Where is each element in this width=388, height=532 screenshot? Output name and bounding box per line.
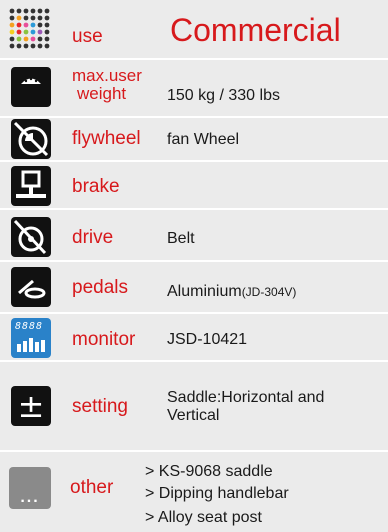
list-item: > KS-9068 saddle xyxy=(145,463,273,481)
flywheel-value: fan Wheel xyxy=(167,131,240,148)
brake-label: brake xyxy=(72,176,120,197)
bullet-marker: > xyxy=(145,509,155,526)
plus-minus-symbol: ± xyxy=(17,387,45,425)
use-value: Commercial xyxy=(170,12,341,48)
max-user-label-line: max.user xyxy=(72,66,142,85)
setting-value-line: Vertical xyxy=(167,407,220,424)
drive-value: Belt xyxy=(167,230,195,247)
drive-label: drive xyxy=(72,227,114,248)
brake-icon xyxy=(11,166,51,206)
weight-label-line: weight xyxy=(77,84,127,103)
pedal-icon xyxy=(11,267,51,307)
spec-row-max-user-weight: max.user weight 150 kg / 330 lbs xyxy=(0,60,388,116)
plus-minus-icon: ± xyxy=(11,386,51,426)
bullet-marker: > xyxy=(145,485,155,502)
spec-row-pedals: pedals Aluminium(JD-304V) xyxy=(0,262,388,312)
spec-row-drive: drive Belt xyxy=(0,210,388,260)
other-item-text: Alloy seat post xyxy=(157,509,262,526)
product-spec-sheet: use Commercial max.user weight 150 kg / … xyxy=(0,0,388,532)
spec-row-setting: ± setting Saddle:Horizontal and Vertical xyxy=(0,362,388,450)
setting-label: setting xyxy=(72,396,128,417)
max-user-weight-value: 150 kg / 330 lbs xyxy=(167,87,280,104)
monitor-display-icon: 8888 xyxy=(11,318,51,358)
more-dots-glyph: ... xyxy=(20,489,40,506)
monitor-value: JSD-10421 xyxy=(167,331,248,348)
flywheel-icon xyxy=(11,119,51,159)
setting-value-line: Saddle:Horizontal and xyxy=(167,389,325,406)
scale-icon xyxy=(11,67,51,107)
use-label: use xyxy=(72,26,103,47)
other-label: other xyxy=(70,477,114,498)
monitor-label: monitor xyxy=(72,329,136,350)
setting-value: Saddle:Horizontal and Vertical xyxy=(167,389,324,425)
list-item: > Dipping handlebar xyxy=(145,485,289,503)
spec-row-monitor: 8888 monitor JSD-10421 xyxy=(0,314,388,360)
bullet-marker: > xyxy=(145,463,155,480)
spec-row-brake: brake xyxy=(0,162,388,208)
pedals-model: (JD-304V) xyxy=(241,285,297,299)
spec-row-use: use Commercial xyxy=(0,0,388,58)
other-item-text: Dipping handlebar xyxy=(158,485,289,502)
max-user-weight-label: max.user weight xyxy=(72,67,142,103)
spec-row-flywheel: flywheel fan Wheel xyxy=(0,118,388,160)
drive-icon xyxy=(11,217,51,257)
flywheel-label: flywheel xyxy=(72,128,141,149)
list-item: > Alloy seat post xyxy=(145,509,262,527)
pedals-value: Aluminium(JD-304V) xyxy=(167,283,296,301)
more-dots-icon: ... xyxy=(9,467,51,509)
pedals-label: pedals xyxy=(72,277,128,298)
color-dot-grid-icon xyxy=(8,7,53,52)
spec-row-other: ... other > KS-9068 saddle > Dipping han… xyxy=(0,452,388,532)
other-item-text: KS-9068 saddle xyxy=(158,463,273,480)
pedals-material: Aluminium xyxy=(167,283,242,300)
